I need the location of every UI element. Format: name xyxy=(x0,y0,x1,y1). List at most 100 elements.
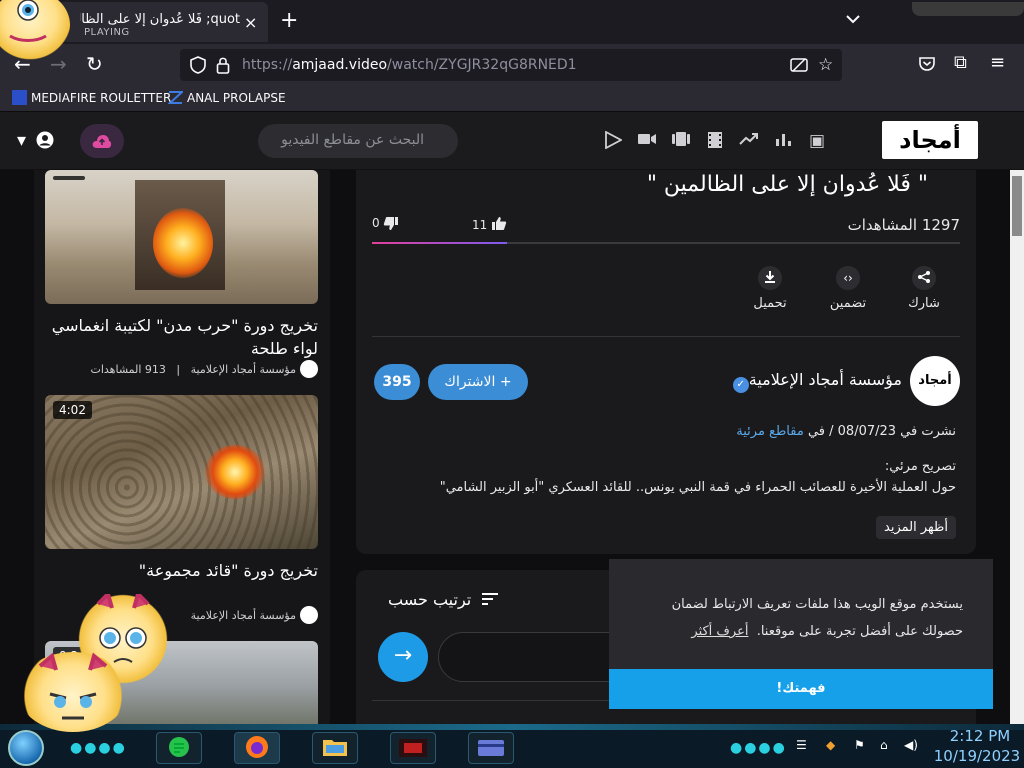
video-title: " فَلا عُدوان إلا على الظالمين " xyxy=(646,172,928,197)
published-info: نشرت في 08/07/23 / في مقاطع مرئية xyxy=(736,424,956,439)
site-header: أمجاد ▣ البحث عن مقاطع الفيديو ▾ xyxy=(0,112,1024,170)
site-logo[interactable]: أمجاد xyxy=(882,121,978,159)
video-card-meta: مؤسسة أمجاد الإعلامية | 913 المشاهدات xyxy=(45,360,318,378)
bookmark-second[interactable]: ANAL PROLAPSE xyxy=(167,90,286,105)
network-icon[interactable]: ⌂ xyxy=(880,738,888,752)
tab-close-icon[interactable]: × xyxy=(244,13,257,32)
sort-by-button[interactable]: ترتيب حسب xyxy=(388,590,499,609)
video-camera-icon[interactable] xyxy=(636,131,658,151)
tab-title: quot; فَلا عُدوان إلا على الظالمين xyxy=(80,12,240,27)
firefox-icon xyxy=(245,736,269,758)
video-card-title[interactable]: تخريج دورة "قائد مجموعة" xyxy=(45,559,318,582)
no-autoplay-icon[interactable] xyxy=(790,57,808,77)
card-app-icon xyxy=(477,738,505,757)
playlist-icon[interactable]: ▣ xyxy=(806,131,828,151)
os-taskbar: ●●●● ●●●● ☰ ◆ ⚑ ⌂ ◀) 2:12 PM 10/19/2023 xyxy=(0,724,1024,768)
video-thumbnail[interactable]: 4:02 xyxy=(45,395,318,549)
download-button[interactable]: تحميل xyxy=(740,266,800,311)
url-bar[interactable]: https://amjaad.video/watch/ZYGJR32qG8RNE… xyxy=(180,49,842,81)
chart-icon[interactable] xyxy=(772,131,794,151)
like-button[interactable]: 11 xyxy=(472,216,507,232)
video-thumbnail[interactable] xyxy=(45,170,318,304)
subscribe-button[interactable]: + الاشتراك xyxy=(428,364,528,400)
embed-button[interactable]: ‹› تضمين xyxy=(818,266,878,311)
embed-code-icon: ‹› xyxy=(836,266,860,290)
channel-logo-icon xyxy=(300,360,318,378)
tray-app-icon[interactable]: ◆ xyxy=(826,738,835,752)
reel-icon[interactable] xyxy=(670,131,692,151)
channel-avatar[interactable]: أمجاد xyxy=(910,356,960,406)
explosion-shape xyxy=(205,445,265,499)
thumbs-down-icon xyxy=(383,216,399,230)
volume-icon[interactable]: ◀) xyxy=(904,738,918,752)
page-scrollbar[interactable] xyxy=(1010,170,1024,724)
upload-cloud-button[interactable] xyxy=(80,124,124,158)
taskbar-decor-icon: ●●●● xyxy=(730,740,787,756)
explosion-shape xyxy=(153,208,213,278)
taskbar-app-firefox[interactable] xyxy=(234,732,280,764)
bookmark-star-icon[interactable]: ☆ xyxy=(818,55,833,75)
cartoon-sticker xyxy=(18,652,128,732)
channel-name[interactable]: مؤسسة أمجاد الإعلامية✓ xyxy=(727,370,902,393)
account-menu[interactable]: ▾ xyxy=(17,130,54,151)
lock-icon[interactable] xyxy=(216,56,230,78)
share-button[interactable]: شارك xyxy=(894,266,954,311)
start-orb-icon[interactable] xyxy=(8,730,44,766)
video-duration: 4:02 xyxy=(53,401,92,419)
window-controls[interactable] xyxy=(912,2,1024,16)
taskbar-app-card[interactable] xyxy=(468,732,514,764)
extensions-puzzle-icon[interactable]: ⧉ xyxy=(954,52,967,73)
search-input[interactable]: البحث عن مقاطع الفيديو xyxy=(258,124,458,158)
send-comment-button[interactable]: → xyxy=(378,632,428,682)
taskbar-app-explorer[interactable] xyxy=(312,732,358,764)
video-description: تصريح مرئي: حول العملية الأخيرة للعصائب … xyxy=(439,459,956,495)
notes-app-icon xyxy=(168,737,190,757)
video-window-icon xyxy=(398,738,428,757)
cookie-consent-text: يستخدم موقع الويب هذا ملفات تعريف الارتب… xyxy=(671,597,963,639)
tab-playing-label: PLAYING xyxy=(84,27,130,38)
thumbs-up-icon xyxy=(491,217,507,232)
dropdown-caret-icon: ▾ xyxy=(17,130,27,151)
account-avatar-icon xyxy=(32,130,54,151)
shield-icon[interactable] xyxy=(190,56,206,78)
video-duration xyxy=(53,176,85,180)
taskbar-app-video[interactable] xyxy=(390,732,436,764)
browser-nav-bar: ← → ↻ https://amjaad.video/watch/ZYGJR32… xyxy=(0,44,1024,86)
folder-icon xyxy=(322,738,348,757)
taskbar-accent-strip xyxy=(0,724,1024,730)
cookie-consent-banner: يستخدم موقع الويب هذا ملفات تعريف الارتب… xyxy=(609,559,993,709)
video-card-title[interactable]: تخريج دورة "حرب مدن" لكتيبة انغماسي لواء… xyxy=(45,314,318,360)
new-tab-icon[interactable]: + xyxy=(280,8,298,33)
taskbar-app-notes[interactable] xyxy=(156,732,202,764)
tab-list-chevron-icon[interactable] xyxy=(846,12,860,28)
taskbar-decor-icon: ●●●● xyxy=(70,740,127,756)
clock-date[interactable]: 10/19/2023 xyxy=(932,747,1022,765)
bookmarks-toolbar: MEDIAFIRE ROULETTER ANAL PROLAPSE xyxy=(0,86,1024,112)
sort-lines-icon xyxy=(471,590,499,609)
mediafire-favicon-icon xyxy=(12,90,27,105)
trending-icon[interactable] xyxy=(738,131,760,151)
browser-tab-bar: quot; فَلا عُدوان إلا على الظالمين PLAYI… xyxy=(0,0,1024,44)
category-link[interactable]: مقاطع مرئية xyxy=(736,424,804,439)
cookie-accept-button[interactable]: فهمتك! xyxy=(609,669,993,709)
show-more-button[interactable]: أظهر المزيد xyxy=(876,516,956,539)
download-icon xyxy=(758,266,782,290)
divider xyxy=(372,336,960,337)
hamburger-menu-icon[interactable]: ≡ xyxy=(990,52,1005,73)
film-icon[interactable] xyxy=(704,131,726,151)
search-placeholder: البحث عن مقاطع الفيديو xyxy=(281,132,424,148)
bookmark-mediafire[interactable]: MEDIAFIRE ROULETTER xyxy=(12,90,171,105)
play-store-icon[interactable] xyxy=(602,130,624,151)
tray-lines-icon[interactable]: ☰ xyxy=(796,738,807,752)
url-text[interactable]: https://amjaad.video/watch/ZYGJR32qG8RNE… xyxy=(242,57,577,73)
flag-icon[interactable]: ⚑ xyxy=(854,738,865,752)
verified-badge-icon: ✓ xyxy=(732,377,749,393)
video-info-card: " فَلا عُدوان إلا على الظالمين " 1297 ال… xyxy=(356,170,976,554)
dislike-button[interactable]: 0 xyxy=(372,216,399,231)
pocket-icon[interactable] xyxy=(918,55,936,77)
scrollbar-thumb[interactable] xyxy=(1012,176,1022,236)
reload-icon[interactable]: ↻ xyxy=(86,52,103,76)
cartoon-sticker xyxy=(0,0,70,60)
clock-time[interactable]: 2:12 PM xyxy=(940,727,1020,745)
learn-more-link[interactable]: أعرف أكثر xyxy=(691,624,748,639)
